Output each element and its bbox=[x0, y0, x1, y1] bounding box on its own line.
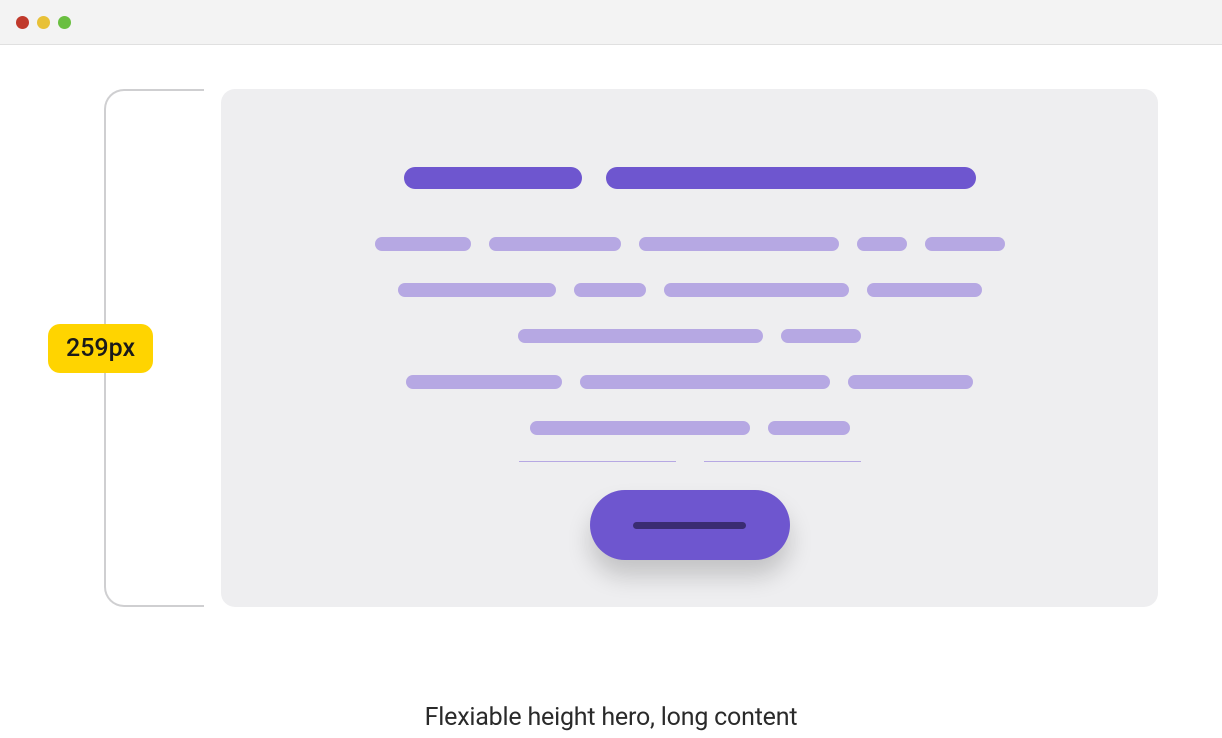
skeleton-text-segment bbox=[664, 283, 849, 297]
skeleton-heading-segment bbox=[404, 167, 582, 189]
skeleton-text-segment bbox=[925, 237, 1005, 251]
measurement-value: 259px bbox=[66, 334, 135, 363]
diagram-canvas: 259px bbox=[0, 45, 1222, 89]
skeleton-body bbox=[375, 237, 1005, 462]
skeleton-text-segment bbox=[639, 237, 839, 251]
skeleton-underline bbox=[519, 461, 676, 462]
skeleton-body-row bbox=[375, 237, 1005, 251]
skeleton-underline-row bbox=[519, 461, 861, 462]
skeleton-heading bbox=[404, 167, 976, 189]
skeleton-heading-segment bbox=[606, 167, 976, 189]
skeleton-text-segment bbox=[530, 421, 750, 435]
zoom-icon[interactable] bbox=[58, 16, 71, 29]
skeleton-text-segment bbox=[867, 283, 982, 297]
diagram-caption: Flexiable height hero, long content bbox=[0, 703, 1222, 732]
skeleton-text-segment bbox=[398, 283, 556, 297]
caption-text: Flexiable height hero, long content bbox=[425, 703, 798, 732]
skeleton-body-row bbox=[398, 283, 982, 297]
skeleton-underline bbox=[704, 461, 861, 462]
cta-label-skeleton bbox=[633, 522, 746, 529]
skeleton-text-segment bbox=[375, 237, 471, 251]
measurement-badge: 259px bbox=[48, 324, 153, 373]
close-icon[interactable] bbox=[16, 16, 29, 29]
cta-button[interactable] bbox=[590, 490, 790, 560]
skeleton-text-segment bbox=[580, 375, 830, 389]
skeleton-text-segment bbox=[406, 375, 562, 389]
skeleton-body-row bbox=[530, 421, 850, 435]
skeleton-text-segment bbox=[768, 421, 850, 435]
skeleton-text-segment bbox=[857, 237, 907, 251]
minimize-icon[interactable] bbox=[37, 16, 50, 29]
skeleton-text-segment bbox=[489, 237, 621, 251]
window-title-bar bbox=[0, 0, 1222, 45]
skeleton-body-row bbox=[518, 329, 861, 343]
skeleton-text-segment bbox=[781, 329, 861, 343]
hero-card bbox=[221, 89, 1158, 607]
skeleton-body-row bbox=[406, 375, 973, 389]
skeleton-text-segment bbox=[518, 329, 763, 343]
skeleton-text-segment bbox=[574, 283, 646, 297]
skeleton-text-segment bbox=[848, 375, 973, 389]
